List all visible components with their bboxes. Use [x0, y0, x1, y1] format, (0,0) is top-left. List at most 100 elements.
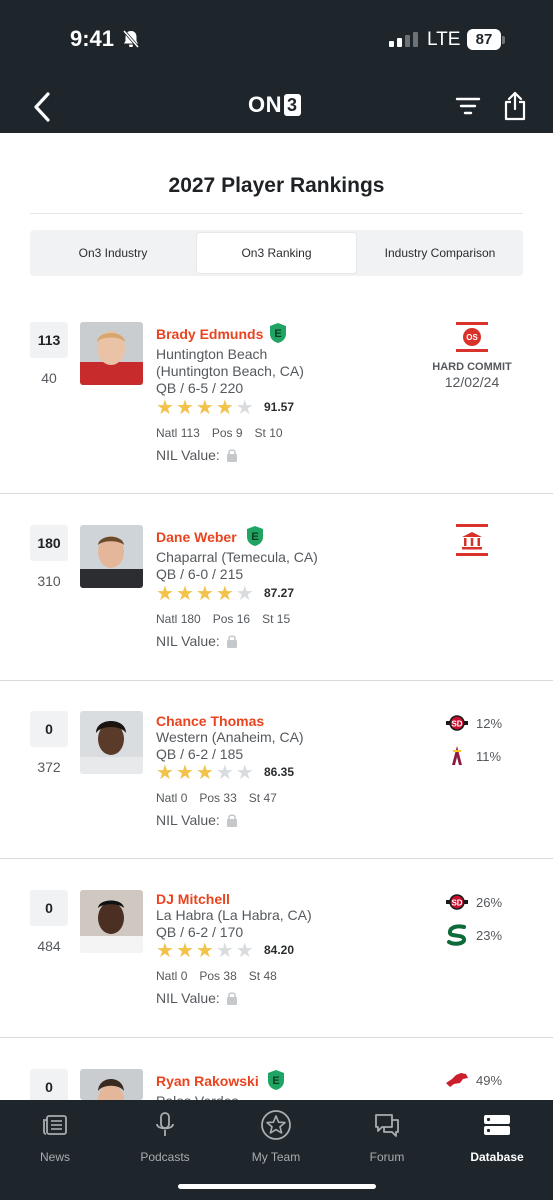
home-indicator[interactable]	[178, 1184, 376, 1189]
row-divider	[0, 493, 553, 494]
nil-label: NIL Value:	[156, 447, 220, 463]
player-name[interactable]: Ryan Rakowski	[156, 1073, 259, 1089]
star-rating: ★ ★ ★ ★ ★	[156, 583, 254, 605]
battery-icon: 87	[467, 29, 501, 50]
prediction-percent: 23%	[476, 927, 503, 943]
rank-box: 0	[30, 711, 68, 747]
nav-database[interactable]: Database	[442, 1108, 552, 1164]
logo-text: ON	[248, 92, 282, 117]
nav-forum[interactable]: Forum	[332, 1108, 442, 1164]
row-divider	[0, 858, 553, 859]
st-value: 15	[276, 612, 291, 626]
st-label: St	[248, 791, 261, 805]
player-position: QB / 6-2 / 185	[156, 746, 244, 762]
top-bar: 9:41 LTE 87 ON 3	[0, 0, 553, 133]
player-position: QB / 6-0 / 215	[156, 566, 244, 582]
player-name[interactable]: Brady Edmunds	[156, 326, 263, 342]
player-location: Western (Anaheim, CA)	[156, 729, 304, 745]
arizona-state-logo-icon	[452, 746, 462, 765]
tab-on3-ranking[interactable]: On3 Ranking	[196, 232, 357, 274]
verified-e-icon: E	[247, 526, 263, 546]
prediction-item[interactable]: 11%	[444, 745, 501, 767]
forum-icon	[375, 1114, 399, 1137]
sub-rank: 310	[37, 573, 61, 589]
signal-icon	[389, 32, 418, 47]
st-value: 10	[269, 426, 283, 440]
microphone-icon	[156, 1112, 174, 1136]
tab-industry-comparison[interactable]: Industry Comparison	[357, 230, 523, 276]
database-icon	[484, 1115, 510, 1135]
school-building-icon[interactable]	[456, 524, 488, 556]
nav-my-team[interactable]: My Team	[221, 1108, 331, 1164]
nil-label: NIL Value:	[156, 990, 220, 1006]
natl-label: Natl	[156, 612, 178, 626]
natl-label: Natl	[156, 969, 178, 983]
nav-news[interactable]: News	[0, 1108, 110, 1164]
row-divider	[0, 680, 553, 681]
row-divider	[0, 1037, 553, 1038]
pos-value: 33	[223, 791, 237, 805]
prediction-item[interactable]: 23%	[444, 924, 502, 946]
player-photo[interactable]	[80, 711, 143, 774]
nil-label: NIL Value:	[156, 812, 220, 828]
logo-box: 3	[284, 94, 301, 116]
prediction-item[interactable]: SD 12%	[444, 713, 502, 733]
prediction-item[interactable]: SD 26%	[444, 892, 502, 912]
svg-text:SD: SD	[451, 720, 462, 729]
player-photo[interactable]	[80, 890, 143, 953]
tab-on3-industry[interactable]: On3 Industry	[30, 230, 196, 276]
prediction-item[interactable]: 49%	[444, 1071, 502, 1089]
nav-label: News	[39, 1150, 70, 1164]
sub-rank: 484	[37, 938, 61, 954]
player-location: Huntington Beach (Huntington Beach, CA)	[156, 346, 304, 379]
rating-score: 91.57	[264, 400, 295, 414]
rating-score: 84.20	[264, 943, 295, 957]
verified-e-icon: E	[268, 1070, 284, 1090]
st-value: 47	[263, 791, 277, 805]
lock-icon	[226, 814, 237, 827]
verified-e-icon: E	[270, 323, 286, 343]
nav-podcasts[interactable]: Podcasts	[110, 1108, 220, 1164]
san-diego-state-logo-icon: SD	[446, 715, 468, 731]
filter-icon[interactable]	[455, 95, 481, 117]
player-position: QB / 6-2 / 170	[156, 924, 244, 940]
pos-value: 38	[223, 969, 237, 983]
rank-stats: Natl 0 Pos 38 St 48	[156, 969, 289, 983]
player-location: Palos Verdes	[156, 1093, 239, 1100]
prediction-percent: 11%	[476, 748, 502, 764]
star-icon	[261, 1110, 291, 1140]
natl-value: 0	[180, 969, 188, 983]
player-location: La Habra (La Habra, CA)	[156, 907, 312, 923]
player-name[interactable]: Chance Thomas	[156, 713, 264, 729]
back-chevron-icon[interactable]	[28, 90, 58, 124]
sacramento-state-logo-icon	[447, 924, 466, 946]
rank-box: 0	[30, 890, 68, 926]
player-photo[interactable]	[80, 1069, 143, 1100]
news-icon	[43, 1115, 67, 1135]
san-diego-state-logo-icon: SD	[446, 894, 468, 910]
nil-value: NIL Value:	[156, 812, 238, 828]
status-time: 9:41	[70, 26, 115, 51]
ohio-state-logo-icon[interactable]: OS	[456, 322, 488, 352]
nav-label: My Team	[251, 1150, 301, 1164]
pos-label: Pos	[199, 791, 221, 805]
nav-label: Database	[470, 1150, 524, 1164]
nav-label: Podcasts	[140, 1150, 190, 1164]
player-photo[interactable]	[80, 322, 143, 385]
pos-label: Pos	[199, 969, 221, 983]
divider	[30, 213, 523, 214]
star-rating: ★ ★ ★ ★ ★	[156, 940, 254, 962]
player-photo[interactable]	[80, 525, 143, 588]
rank-stats: Natl 0 Pos 33 St 47	[156, 791, 289, 805]
on3-logo[interactable]: ON 3	[248, 92, 301, 118]
player-name[interactable]: Dane Weber	[156, 529, 237, 545]
player-location: Chaparral (Temecula, CA)	[156, 549, 318, 565]
prediction-percent: 12%	[476, 715, 503, 731]
page-title: 2027 Player Rankings	[168, 174, 385, 197]
nil-value: NIL Value:	[156, 447, 238, 463]
rating-score: 86.35	[264, 765, 295, 779]
network-type: LTE	[427, 29, 461, 50]
natl-label: Natl	[156, 791, 178, 805]
player-name[interactable]: DJ Mitchell	[156, 891, 230, 907]
share-icon[interactable]	[502, 90, 528, 122]
